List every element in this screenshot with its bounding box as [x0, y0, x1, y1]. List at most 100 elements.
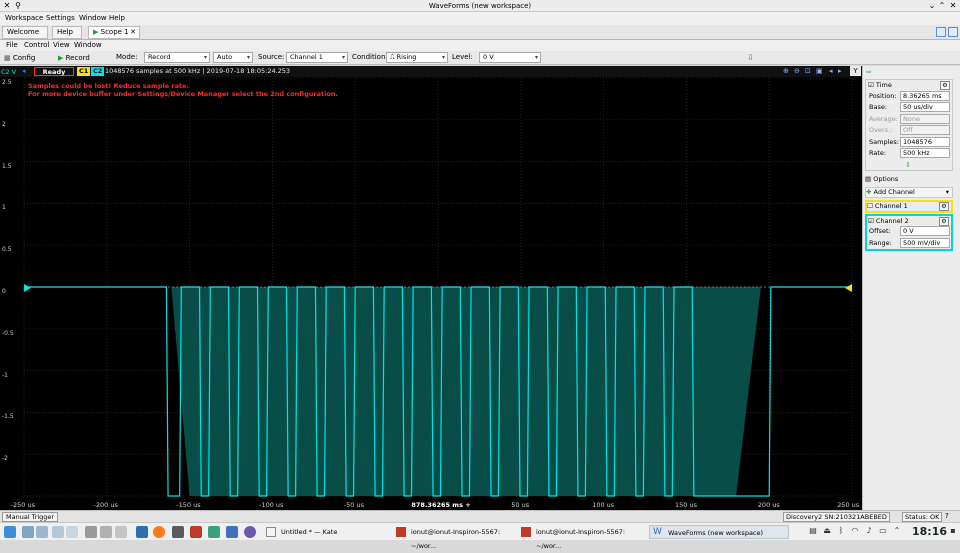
overs-select[interactable]: Off: [900, 125, 950, 135]
task-waveforms[interactable]: W WaveForms (new workspace): [649, 525, 789, 539]
device-notifier-icon[interactable]: ⏏: [822, 526, 832, 536]
trigger-level-marker[interactable]: [845, 284, 852, 292]
channel2-badge[interactable]: C2: [91, 67, 105, 76]
tray-expand-icon[interactable]: ⌃: [892, 526, 902, 536]
layout-icon[interactable]: [936, 27, 946, 37]
x-tick-label: 878.36265 ms +: [411, 501, 471, 509]
add-channel-button[interactable]: ✚ Add Channel ▾: [865, 187, 953, 198]
scroll-right-icon[interactable]: ▸: [838, 67, 842, 75]
channel2-offset-marker[interactable]: [24, 284, 31, 292]
desktop-pager-3-icon[interactable]: [52, 526, 64, 538]
desktop-pager-1-icon[interactable]: [22, 526, 34, 538]
mode-select[interactable]: Record ▾: [144, 52, 210, 63]
menu-instrument-window[interactable]: Window: [74, 41, 102, 49]
channel1-settings-icon[interactable]: ⚙: [939, 202, 949, 211]
minimize-icon[interactable]: ⌄: [927, 1, 937, 11]
task-terminal-2[interactable]: ionut@ionut-Inspiron-5567: ~/wor...: [518, 525, 646, 550]
samples-select[interactable]: 1048576: [900, 137, 950, 147]
wifi-icon[interactable]: ◠: [850, 526, 860, 536]
desktop-pager-2-icon[interactable]: [36, 526, 48, 538]
firefox-icon[interactable]: [153, 526, 165, 538]
zoom-reset-icon[interactable]: ▣: [816, 67, 823, 75]
offset-input[interactable]: 0 V: [900, 226, 950, 236]
menu-settings[interactable]: Settings: [46, 14, 75, 22]
y-button[interactable]: Y: [850, 66, 861, 76]
config-button[interactable]: ▦ Config: [4, 52, 35, 64]
help-icon[interactable]: ?: [945, 512, 949, 520]
clipboard-icon[interactable]: ▤: [808, 526, 818, 536]
zoom-in-icon[interactable]: ⊕: [783, 67, 789, 75]
scroll-left-icon[interactable]: ◂: [829, 67, 833, 75]
channel2-header[interactable]: ☑ Channel 2: [868, 217, 909, 225]
desktop-pager-7-icon[interactable]: [115, 526, 127, 538]
menu-file[interactable]: File: [6, 41, 18, 49]
terminal-icon[interactable]: [172, 526, 184, 538]
close-icon[interactable]: ✕: [948, 1, 958, 11]
arrow-right-icon[interactable]: ⇨: [866, 68, 872, 76]
condition-value: Rising: [396, 53, 417, 61]
average-select[interactable]: None: [900, 114, 950, 124]
channel1-badge[interactable]: C1: [77, 67, 91, 76]
manual-trigger-button[interactable]: Manual Trigger: [2, 512, 59, 522]
options-row[interactable]: ▤ Options: [865, 175, 953, 186]
left-arrow-icon[interactable]: ◂: [22, 67, 26, 75]
menu-workspace[interactable]: Workspace: [5, 14, 43, 22]
tab-welcome[interactable]: Welcome ✚: [2, 26, 48, 47]
terminal-task-icon: [521, 527, 531, 537]
checkbox-icon[interactable]: ☑: [868, 217, 874, 225]
time-settings-icon[interactable]: ⚙: [940, 81, 950, 90]
y-tick-label: -1.5: [2, 413, 14, 421]
device-button[interactable]: Discovery2 SN:210321ABEBED: [783, 512, 890, 522]
desktop-pager-5-icon[interactable]: [85, 526, 97, 538]
system-monitor-icon[interactable]: [208, 526, 220, 538]
show-desktop-icon[interactable]: ▪: [948, 526, 958, 536]
zoom-fit-icon[interactable]: ⊡: [805, 67, 811, 75]
down-arrow-icon[interactable]: ⇩: [747, 53, 754, 62]
volume-icon[interactable]: ♪: [864, 526, 874, 536]
level-input[interactable]: 0 V ▾: [479, 52, 541, 63]
offset-label: Offset:: [869, 227, 891, 235]
bluetooth-icon[interactable]: ᛒ: [836, 526, 846, 536]
task-terminal-1[interactable]: ionut@ionut-Inspiron-5567: ~/wor...: [393, 525, 515, 550]
clock[interactable]: 18:16: [912, 525, 947, 538]
checkbox-icon[interactable]: ☐: [867, 202, 873, 210]
range-select[interactable]: 500 mV/div: [900, 238, 950, 248]
chevron-down-icon: ▾: [534, 54, 538, 61]
app-launcher-icon[interactable]: [4, 526, 16, 538]
desktop-pager-4-icon[interactable]: [66, 526, 78, 538]
maximize-icon[interactable]: ⌃: [937, 1, 947, 11]
trigger-mode-select[interactable]: Auto ▾: [213, 52, 253, 63]
scope-plot[interactable]: C2 V ◂ Ready C1 C2 1048576 samples at 50…: [0, 66, 862, 510]
x-tick-label: 50 us: [511, 501, 530, 509]
down-arrow-icon[interactable]: ⇩: [905, 161, 911, 169]
position-row: Position: 8.36265 ms: [867, 91, 953, 102]
menu-window[interactable]: Window: [79, 14, 107, 22]
position-input[interactable]: 8.36265 ms: [900, 91, 950, 101]
app-icon-2[interactable]: [244, 526, 256, 538]
network-icon[interactable]: [226, 526, 238, 538]
battery-icon[interactable]: ▭: [878, 526, 888, 536]
task-kate[interactable]: Untitled * — Kate: [263, 525, 393, 539]
status-button[interactable]: Status: OK: [902, 512, 943, 522]
chevron-down-icon: ▾: [246, 54, 250, 61]
menu-control[interactable]: Control: [24, 41, 49, 49]
tab-help[interactable]: Help: [52, 26, 82, 39]
desktop-pager-6-icon[interactable]: [100, 526, 112, 538]
record-button[interactable]: ▶ Record: [58, 52, 90, 64]
docking-icon[interactable]: [948, 27, 958, 37]
source-select[interactable]: Channel 1 ▾: [286, 52, 348, 63]
menu-help[interactable]: Help: [109, 14, 125, 22]
checkbox-icon[interactable]: ☑: [868, 81, 874, 89]
tab-scope[interactable]: ▶ Scope 1 ✕: [88, 26, 140, 39]
rate-select[interactable]: 500 kHz: [900, 148, 950, 158]
menu-view[interactable]: View: [53, 41, 70, 49]
condition-select[interactable]: ⎍ Rising ▾: [386, 52, 448, 63]
time-header[interactable]: ☑ Time: [868, 81, 892, 89]
x-tick-label: -50 us: [343, 501, 364, 509]
file-manager-icon[interactable]: [136, 526, 148, 538]
app-icon-1[interactable]: [190, 526, 202, 538]
tab-close-icon[interactable]: ✕: [130, 27, 136, 38]
zoom-out-icon[interactable]: ⊖: [794, 67, 800, 75]
base-select[interactable]: 50 us/div: [900, 102, 950, 112]
channel2-settings-icon[interactable]: ⚙: [939, 217, 949, 226]
